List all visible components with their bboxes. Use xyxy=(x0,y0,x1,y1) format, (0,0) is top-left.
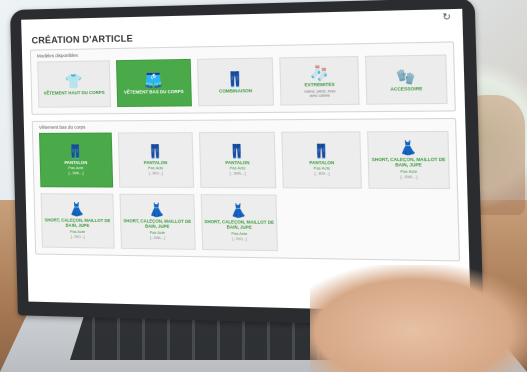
product-card[interactable]: 👖 PANTALON Pas Acte [...RIO...] xyxy=(281,131,363,189)
pants-icon: 👖 xyxy=(146,143,164,159)
skirt-icon: 👗 xyxy=(68,201,86,217)
product-code: [...RIO...] xyxy=(314,172,330,177)
models-list: 👕 VÊTEMENT HAUT DU CORPS 🩳 VÊTEMENT BAS … xyxy=(37,54,448,108)
product-title: SHORT, CALEÇON, MAILLOT DE BAIN, JUPE xyxy=(123,218,192,229)
product-code: [...SWL...] xyxy=(229,171,246,177)
pants-icon: 👖 xyxy=(312,142,331,159)
skirt-icon: 👗 xyxy=(398,139,418,156)
product-subtitle: Pas Acte xyxy=(68,166,84,171)
product-subtitle: Pas Acte xyxy=(147,166,164,171)
product-code: [...SWL...] xyxy=(149,235,166,241)
model-tile-accessory[interactable]: 🧤 ACCESSOIRE xyxy=(365,54,448,105)
models-panel: Modèles disponibles 👕 VÊTEMENT HAUT DU C… xyxy=(29,41,456,115)
pants-icon: 👖 xyxy=(228,142,246,159)
product-card[interactable]: 👖 PANTALON Pas Acte [...SWL...] xyxy=(38,132,113,188)
product-subtitle: Pas Acte xyxy=(149,230,166,235)
product-title: SHORT, CALEÇON, MAILLOT DE BAIN, JUPE xyxy=(44,217,111,229)
overall-icon: 👖 xyxy=(225,69,245,87)
accessory-icon: 🧤 xyxy=(395,67,417,85)
products-panel-label: Vêtement bas du corps xyxy=(38,124,86,130)
product-code: [...SWL...] xyxy=(68,171,84,176)
model-label: ACCESSOIRE xyxy=(390,85,423,92)
product-subtitle: Pas Acte xyxy=(313,166,331,172)
product-subtitle: Pas Acte xyxy=(69,229,86,234)
product-card[interactable]: 👖 PANTALON Pas Acte [...SWL...] xyxy=(198,131,277,189)
products-panel: Vêtement bas du corps 👖 PANTALON Pas Act… xyxy=(31,117,461,262)
refresh-icon[interactable]: ↻ xyxy=(442,11,451,23)
model-label: COMBINAISON xyxy=(218,87,253,94)
product-title: PANTALON xyxy=(225,159,250,165)
typing-hand xyxy=(310,265,527,372)
shorts-icon: 🩳 xyxy=(144,71,163,88)
product-subtitle: Pas Acte xyxy=(400,169,418,174)
product-title: PANTALON xyxy=(64,159,88,165)
product-card[interactable]: 👖 PANTALON Pas Acte [...RIO...] xyxy=(117,132,194,188)
product-card[interactable]: 👗 SHORT, CALEÇON, MAILLOT DE BAIN, JUPE … xyxy=(119,193,196,250)
product-code: [...RIO...] xyxy=(232,236,247,242)
product-title: PANTALON xyxy=(309,159,335,165)
product-code: [...SWL...] xyxy=(400,174,418,180)
model-label: EXTRÉMITÉS xyxy=(304,81,335,87)
pants-icon: 👖 xyxy=(67,143,84,159)
product-code: [...RIO...] xyxy=(70,234,85,239)
product-title: SHORT, CALEÇON, MAILLOT DE BAIN, JUPE xyxy=(204,219,275,230)
product-card[interactable]: 👗 SHORT, CALEÇON, MAILLOT DE BAIN, JUPE … xyxy=(200,194,279,252)
product-card[interactable]: 👗 SHORT, CALEÇON, MAILLOT DE BAIN, JUPE … xyxy=(367,130,451,190)
model-tile-extremities[interactable]: 🧦 EXTRÉMITÉS mains, pieds, bras avec cab… xyxy=(279,55,360,106)
product-title: PANTALON xyxy=(143,159,168,165)
skirt-icon: 👗 xyxy=(229,202,248,219)
model-label: VÊTEMENT BAS DU CORPS xyxy=(123,88,184,95)
model-tile-lower-body[interactable]: 🩳 VÊTEMENT BAS DU CORPS xyxy=(115,58,192,108)
model-label: VÊTEMENT HAUT DU CORPS xyxy=(43,89,105,96)
product-card[interactable]: 👗 SHORT, CALEÇON, MAILLOT DE BAIN, JUPE … xyxy=(40,193,115,249)
product-code: [...RIO...] xyxy=(148,171,163,176)
socks-icon: 🧦 xyxy=(309,63,330,81)
product-subtitle: Pas Acte xyxy=(231,231,248,236)
product-subtitle: Pas Acte xyxy=(229,166,246,171)
product-title: SHORT, CALEÇON, MAILLOT DE BAIN, JUPE xyxy=(371,156,446,168)
model-tile-upper-body[interactable]: 👕 VÊTEMENT HAUT DU CORPS xyxy=(37,60,111,108)
products-grid: 👖 PANTALON Pas Acte [...SWL...] 👖 PANTAL… xyxy=(38,130,452,254)
model-tile-combination[interactable]: 👖 COMBINAISON xyxy=(196,57,275,107)
model-sublabel: mains, pieds, bras avec cabine xyxy=(304,88,336,98)
tshirt-icon: 👕 xyxy=(64,72,83,89)
skirt-icon: 👗 xyxy=(148,202,166,218)
